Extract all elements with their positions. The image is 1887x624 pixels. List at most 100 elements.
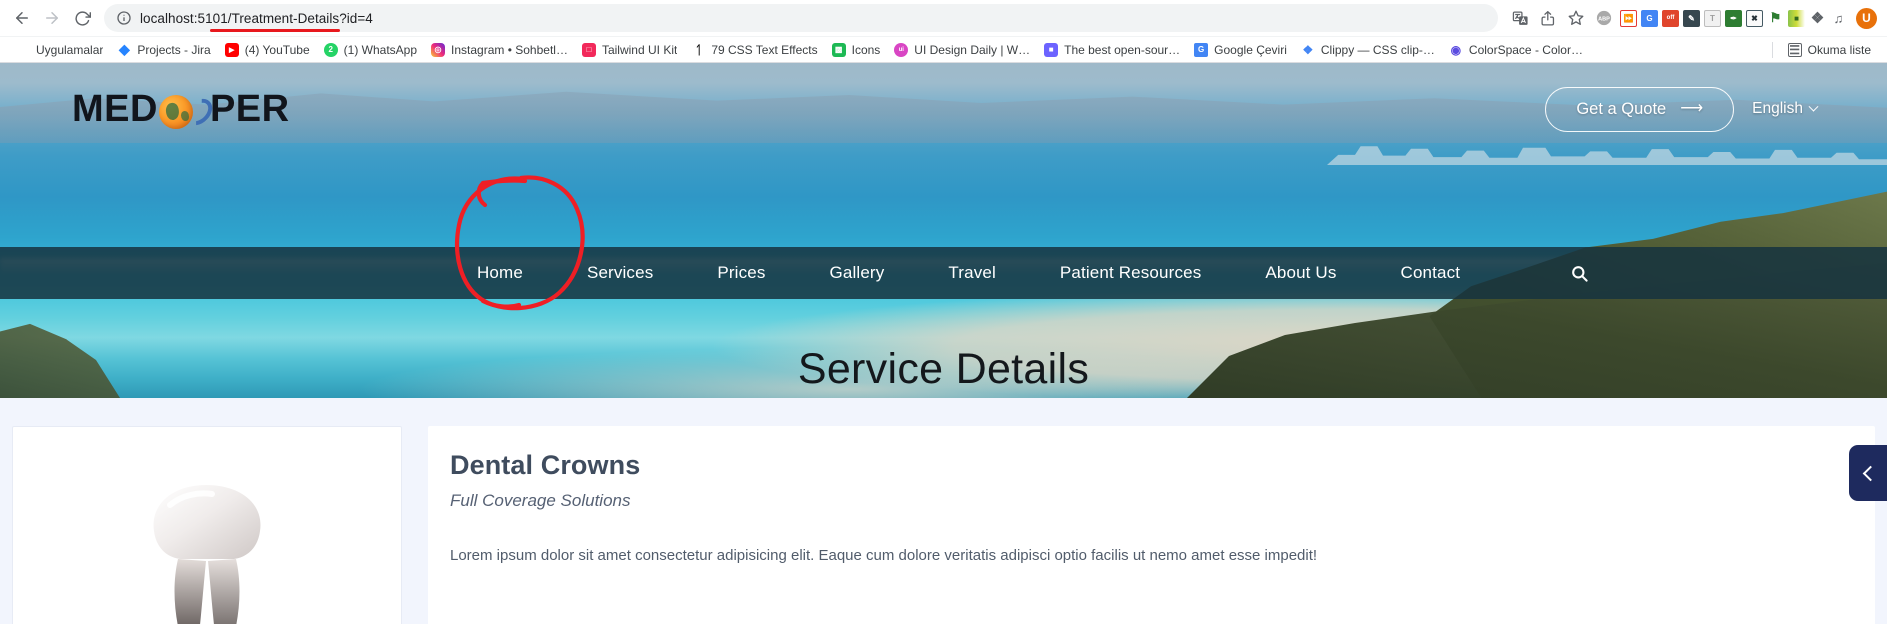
chevron-down-icon <box>1808 101 1819 112</box>
bookmark-label: The best open-sour… <box>1064 42 1181 57</box>
address-bar[interactable]: localhost:5101/Treatment-Details?id=4 <box>104 4 1498 32</box>
reading-list-button[interactable]: ☰ Okuma liste <box>1781 40 1878 60</box>
treatment-image-card <box>12 426 402 624</box>
url-red-underline-annotation <box>210 29 340 32</box>
treatment-description: Lorem ipsum dolor sit amet consectetur a… <box>450 547 1318 564</box>
tailwind-icon: □ <box>581 42 596 57</box>
search-icon[interactable] <box>1570 264 1589 283</box>
bookmark-item-uygulamalar[interactable]: Uygulamalar <box>9 40 110 60</box>
bookmark-label: Uygulamalar <box>36 42 104 57</box>
browser-chrome: localhost:5101/Treatment-Details?id=4 AB… <box>0 0 1887 63</box>
extension-colorzilla-icon[interactable]: ■ <box>1788 9 1805 27</box>
logo-text-part1: MED <box>72 88 158 130</box>
bookmark-item-whatsapp[interactable]: 2 (1) WhatsApp <box>317 40 424 60</box>
bookmark-item-jira[interactable]: ◆ Projects - Jira <box>110 40 217 60</box>
nav-items: Home Services Prices Gallery Travel Pati… <box>445 263 1492 283</box>
site-header: MED PER Get a Quote ⟶ English <box>0 63 1887 155</box>
bookmark-label: 79 CSS Text Effects <box>711 42 818 57</box>
reading-list-label: Okuma liste <box>1807 42 1871 57</box>
nav-item-contact[interactable]: Contact <box>1369 263 1493 283</box>
bookmark-item-best-open-source[interactable]: ■ The best open-sour… <box>1037 40 1187 60</box>
ui-design-daily-icon: ui <box>894 42 909 57</box>
bookmark-label: Instagram • Sohbetl… <box>451 42 568 57</box>
extension-playlist-icon[interactable]: ♫ <box>1830 10 1847 27</box>
bookmark-item-tailwind-ui-kit[interactable]: □ Tailwind UI Kit <box>575 40 684 60</box>
whatsapp-icon: 2 <box>323 42 338 57</box>
figma-icon: ᛐ <box>691 42 706 57</box>
treatment-title: Dental Crowns <box>450 450 641 480</box>
get-a-quote-button[interactable]: Get a Quote ⟶ <box>1545 86 1735 132</box>
bookmark-label: UI Design Daily | W… <box>914 42 1031 57</box>
bookmark-label: Icons <box>851 42 881 57</box>
nav-item-services[interactable]: Services <box>555 263 685 283</box>
adblock-plus-icon[interactable]: ABP <box>1592 6 1616 30</box>
opensource-icon: ■ <box>1044 42 1059 57</box>
main-navigation: Home Services Prices Gallery Travel Pati… <box>0 247 1887 299</box>
extension-flag-icon[interactable]: ⚑ <box>1767 9 1784 27</box>
bookmark-star-icon[interactable] <box>1564 6 1588 30</box>
page-title: Service Details <box>797 345 1090 393</box>
dental-crown-image <box>153 485 261 624</box>
side-panel-toggle[interactable] <box>1849 445 1887 501</box>
bookmark-item-instagram[interactable]: ◎ Instagram • Sohbetl… <box>424 40 575 60</box>
url-text: localhost:5101/Treatment-Details?id=4 <box>140 10 373 26</box>
get-a-quote-label: Get a Quote <box>1576 99 1667 118</box>
detail-content: Dental Crowns Full Coverage Solutions Lo… <box>0 426 1887 624</box>
reload-button[interactable] <box>68 4 96 32</box>
forward-button[interactable] <box>38 4 66 32</box>
bookmark-label: Google Çeviri <box>1214 42 1287 57</box>
svg-text:ABP: ABP <box>1598 16 1610 22</box>
extension-flash-icon[interactable]: ⏩ <box>1620 9 1637 27</box>
bookmark-item-colorspace[interactable]: ◉ ColorSpace - Color… <box>1442 40 1590 60</box>
bookmark-item-youtube[interactable]: ▶ (4) YouTube <box>218 40 317 60</box>
extension-google-translate-icon[interactable]: G <box>1641 9 1658 27</box>
instagram-icon: ◎ <box>431 42 446 57</box>
bookmark-item-clippy[interactable]: ❖ Clippy — CSS clip-… <box>1294 40 1442 60</box>
chevron-left-icon <box>1862 465 1878 481</box>
share-icon[interactable] <box>1536 6 1560 30</box>
nav-item-about-us[interactable]: About Us <box>1233 263 1368 283</box>
nav-item-home[interactable]: Home <box>445 263 555 283</box>
bookmarks-divider <box>1771 41 1773 58</box>
bookmark-label: (1) WhatsApp <box>343 42 418 57</box>
bookmarks-bar: Uygulamalar ◆ Projects - Jira ▶ (4) YouT… <box>0 36 1887 62</box>
icons-icon: ▩ <box>831 42 846 57</box>
colorspace-icon: ◉ <box>1450 42 1462 57</box>
extension-fonts-icon[interactable]: T <box>1704 9 1721 27</box>
toolbar-icons: ABP ⏩ G off ✎ T ✒ ✖ ⚑ ■ ❖ ♫ U <box>1508 6 1879 30</box>
jira-icon: ◆ <box>118 41 130 57</box>
nav-item-travel[interactable]: Travel <box>916 263 1028 283</box>
nav-item-prices[interactable]: Prices <box>685 263 797 283</box>
bookmark-item-ui-design-daily[interactable]: ui UI Design Daily | W… <box>887 40 1037 60</box>
bookmark-item-css-text-effects[interactable]: ᛐ 79 CSS Text Effects <box>684 40 824 60</box>
extension-puzzle-icon[interactable]: ❖ <box>1809 10 1826 27</box>
language-label: English <box>1752 100 1803 117</box>
extension-eyedropper-icon[interactable]: ✎ <box>1683 9 1700 27</box>
translate-icon[interactable] <box>1508 6 1532 30</box>
detail-section: Dental Crowns Full Coverage Solutions Lo… <box>0 398 1887 624</box>
bookmark-item-google-ceviri[interactable]: G Google Çeviri <box>1187 40 1294 60</box>
extension-marker-icon[interactable]: ✒ <box>1725 9 1742 27</box>
nav-item-patient-resources[interactable]: Patient Resources <box>1028 263 1233 283</box>
youtube-icon: ▶ <box>224 42 239 57</box>
bookmark-label: (4) YouTube <box>244 42 310 57</box>
extension-measure-icon[interactable]: ✖ <box>1746 9 1763 27</box>
site-logo[interactable]: MED PER <box>72 88 290 131</box>
header-actions: Get a Quote ⟶ English <box>1545 86 1819 132</box>
language-selector[interactable]: English <box>1752 100 1819 118</box>
arrow-right-icon: ⟶ <box>1680 100 1704 117</box>
site-info-icon[interactable] <box>116 10 132 26</box>
bookmark-label: ColorSpace - Color… <box>1468 42 1583 57</box>
logo-text-part2: PER <box>209 88 290 130</box>
extension-adblock-off-icon[interactable]: off <box>1662 9 1679 27</box>
treatment-subtitle: Full Coverage Solutions <box>450 491 631 510</box>
apps-grid-icon <box>16 43 30 57</box>
profile-avatar[interactable]: U <box>1856 7 1877 29</box>
bookmark-label: Tailwind UI Kit <box>601 42 678 57</box>
web-page: MED PER Get a Quote ⟶ English Home Servi… <box>0 63 1887 624</box>
back-button[interactable] <box>8 4 36 32</box>
google-translate-icon: G <box>1194 42 1209 57</box>
bookmark-item-icons[interactable]: ▩ Icons <box>825 40 888 60</box>
clippy-icon: ❖ <box>1302 42 1314 57</box>
nav-item-gallery[interactable]: Gallery <box>797 263 916 283</box>
